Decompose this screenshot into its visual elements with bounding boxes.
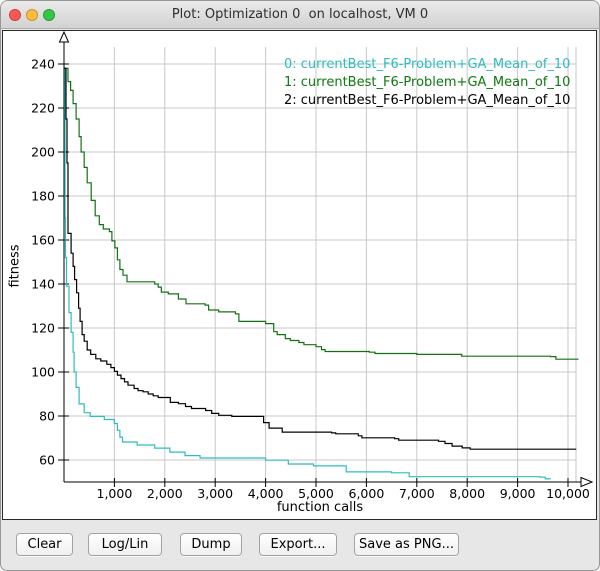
chart-legend: 0: currentBest_F6-Problem+GA_Mean_of_10 … bbox=[284, 56, 570, 110]
y-tick-label: 120 bbox=[31, 321, 55, 336]
legend-entry-series-0: 0: currentBest_F6-Problem+GA_Mean_of_10 bbox=[284, 56, 570, 74]
window-title: Plot: Optimization 0 on localhost, VM 0 bbox=[1, 1, 599, 28]
x-tick-label: 4,000 bbox=[248, 486, 284, 501]
x-tick-label: 2,000 bbox=[147, 486, 183, 501]
y-tick-label: 220 bbox=[31, 101, 55, 116]
clear-button[interactable]: Clear bbox=[16, 533, 73, 556]
y-tick-label: 60 bbox=[39, 453, 55, 468]
zoom-button[interactable] bbox=[43, 9, 55, 21]
title-bar[interactable]: Plot: Optimization 0 on localhost, VM 0 bbox=[1, 1, 599, 29]
dump-button[interactable]: Dump bbox=[180, 533, 242, 556]
legend-entry-series-2: 2: currentBest_F6-Problem+GA_Mean_of_10 bbox=[284, 92, 570, 110]
x-axis-title: function calls bbox=[277, 500, 363, 515]
x-tick-label: 3,000 bbox=[197, 486, 233, 501]
y-tick-label: 200 bbox=[31, 145, 55, 160]
series-line-1 bbox=[65, 68, 579, 359]
export-button[interactable]: Export... bbox=[259, 533, 337, 556]
minimize-button[interactable] bbox=[26, 9, 38, 21]
log-lin-button[interactable]: Log/Lin bbox=[88, 533, 162, 556]
y-axis-arrow-icon bbox=[60, 32, 69, 42]
x-tick-label: 5,000 bbox=[298, 486, 334, 501]
y-axis-title: fitness bbox=[8, 244, 23, 287]
series-line-0 bbox=[65, 68, 551, 479]
y-tick-label: 80 bbox=[39, 409, 55, 424]
series-line-2 bbox=[65, 68, 576, 449]
x-tick-label: 9,000 bbox=[500, 486, 536, 501]
y-tick-label: 140 bbox=[31, 277, 55, 292]
plot-window: Plot: Optimization 0 on localhost, VM 0 … bbox=[0, 0, 600, 571]
x-tick-label: 7,000 bbox=[399, 486, 435, 501]
x-tick-label: 10,000 bbox=[546, 486, 590, 501]
y-tick-label: 160 bbox=[31, 233, 55, 248]
y-tick-label: 240 bbox=[31, 57, 55, 72]
x-tick-label: 1,000 bbox=[97, 486, 133, 501]
save-as-png-button[interactable]: Save as PNG... bbox=[354, 533, 459, 556]
close-button[interactable] bbox=[9, 9, 21, 21]
x-tick-label: 8,000 bbox=[449, 486, 485, 501]
legend-entry-series-1: 1: currentBest_F6-Problem+GA_Mean_of_10 bbox=[284, 74, 570, 92]
plot-panel: 1,000 2,000 3,000 4,000 5,000 6,000 7,000 8,000… bbox=[2, 30, 597, 520]
y-tick-label: 100 bbox=[31, 365, 55, 380]
y-tick-label: 180 bbox=[31, 189, 55, 204]
x-tick-label: 6,000 bbox=[349, 486, 385, 501]
